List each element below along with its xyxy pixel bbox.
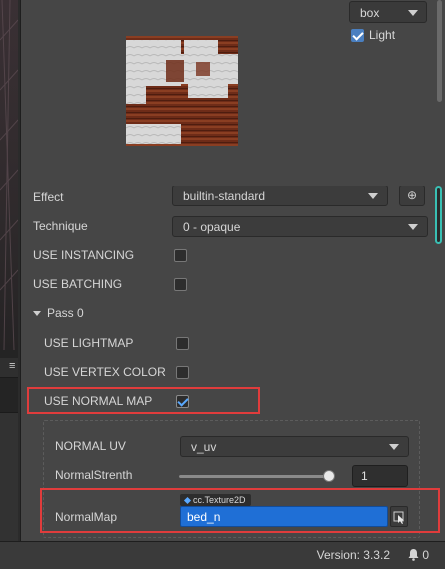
normal-uv-row: NORMAL UV v_uv xyxy=(21,434,431,458)
use-lightmap-row: USE LIGHTMAP xyxy=(21,331,431,355)
notification-count: 0 xyxy=(422,548,429,562)
effect-select[interactable]: builtin-standard xyxy=(172,186,388,206)
material-preview xyxy=(21,0,436,180)
chevron-down-icon xyxy=(408,224,418,230)
chevron-down-icon xyxy=(368,193,378,199)
use-instancing-row: USE INSTANCING xyxy=(21,243,431,267)
scene-viewport-edge: ≡ xyxy=(0,0,18,569)
status-bar: Version: 3.3.2 0 xyxy=(0,541,445,569)
version-label: Version: 3.3.2 xyxy=(316,548,390,562)
menu-icon: ≡ xyxy=(9,360,16,372)
bell-icon[interactable] xyxy=(408,548,419,561)
effect-value: builtin-standard xyxy=(183,189,266,203)
preview-scrollbar[interactable] xyxy=(436,0,444,105)
light-toggle[interactable]: Light xyxy=(351,28,395,42)
technique-label: Technique xyxy=(33,219,88,233)
chevron-down-icon xyxy=(389,444,399,450)
pass-0-header[interactable]: Pass 0 xyxy=(33,306,84,320)
use-batching-checkbox[interactable] xyxy=(174,278,187,291)
use-instancing-checkbox[interactable] xyxy=(174,249,187,262)
locate-icon: ⊕ xyxy=(406,188,418,202)
normal-uv-value: v_uv xyxy=(191,440,217,454)
slider-handle[interactable] xyxy=(323,470,335,482)
technique-value: 0 - opaque xyxy=(183,220,241,234)
normal-strength-label: NormalStrenth xyxy=(55,468,133,482)
normal-strength-input[interactable]: 1 xyxy=(352,465,408,487)
light-checkbox[interactable] xyxy=(351,28,364,42)
chevron-down-icon xyxy=(408,10,418,16)
expand-triangle-icon xyxy=(33,310,41,316)
effect-label: Effect xyxy=(33,190,64,204)
use-batching-label: USE BATCHING xyxy=(33,277,123,291)
highlight-box-normal-map xyxy=(40,488,440,533)
normal-uv-label: NORMAL UV xyxy=(55,439,126,453)
use-lightmap-checkbox[interactable] xyxy=(176,337,189,350)
use-vertex-color-checkbox[interactable] xyxy=(176,366,189,379)
technique-row: Technique 0 - opaque xyxy=(21,214,431,238)
hierarchy-menu-tab[interactable]: ≡ xyxy=(0,358,18,378)
preview-mesh-select[interactable]: box xyxy=(349,1,427,23)
highlight-box-normal-map-toggle xyxy=(27,387,260,414)
effect-row: Effect builtin-standard ⊕ xyxy=(21,186,431,206)
preview-mesh-value: box xyxy=(360,6,380,20)
technique-select[interactable]: 0 - opaque xyxy=(172,216,428,237)
use-lightmap-label: USE LIGHTMAP xyxy=(44,336,134,350)
use-instancing-label: USE INSTANCING xyxy=(33,248,135,262)
normal-strength-value: 1 xyxy=(361,469,368,483)
use-batching-row: USE BATCHING xyxy=(21,272,431,296)
locate-button[interactable]: ⊕ xyxy=(399,186,425,206)
use-vertex-color-row: USE VERTEX COLOR xyxy=(21,360,431,384)
inspector-panel: box Light Effect builtin-standard ⊕ Tech… xyxy=(20,0,445,541)
use-vertex-color-label: USE VERTEX COLOR xyxy=(44,365,166,379)
texture-preview-image xyxy=(126,36,238,146)
scene-grid xyxy=(0,0,18,350)
light-label: Light xyxy=(369,28,396,42)
scrollbar-thumb[interactable] xyxy=(437,0,442,102)
scrollbar-thumb[interactable] xyxy=(435,186,442,244)
pass-0-label: Pass 0 xyxy=(47,306,84,320)
normal-uv-select[interactable]: v_uv xyxy=(180,436,409,457)
slider-fill xyxy=(179,475,329,478)
inspector-scrollbar[interactable] xyxy=(434,186,444,246)
normal-strength-slider[interactable] xyxy=(179,475,329,478)
